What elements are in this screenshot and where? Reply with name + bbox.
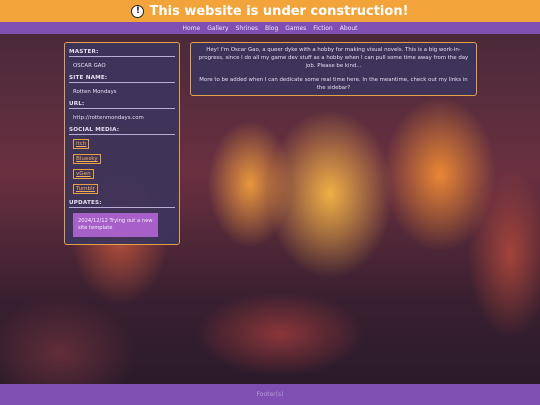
nav-shrines[interactable]: Shrines bbox=[236, 25, 258, 32]
intro-box: Hey! I'm Oscar Gao, a queer dyke with a … bbox=[190, 42, 477, 96]
master-label: MASTER: bbox=[69, 49, 175, 57]
nav-games[interactable]: Games bbox=[285, 25, 306, 32]
sidebar: MASTER: OSCAR GAO SITE NAME: Rotten Mond… bbox=[64, 42, 180, 245]
intro-paragraph: Hey! I'm Oscar Gao, a queer dyke with a … bbox=[198, 47, 469, 69]
social-link-vgen[interactable]: vGen bbox=[73, 169, 94, 179]
social-link-bluesky[interactable]: Bluesky bbox=[73, 154, 101, 164]
banner-title: This website is under construction! bbox=[149, 3, 409, 19]
footer: Footer(s) bbox=[0, 384, 540, 405]
nav-gallery[interactable]: Gallery bbox=[207, 25, 228, 32]
site-name-label: SITE NAME: bbox=[69, 75, 175, 83]
updates-label: UPDATES: bbox=[69, 200, 175, 208]
social-media-label: SOCIAL MEDIA: bbox=[69, 127, 175, 135]
social-links: itch Bluesky vGen Tumblr bbox=[69, 135, 175, 194]
master-value: OSCAR GAO bbox=[73, 63, 106, 69]
social-link-itch[interactable]: itch bbox=[73, 139, 90, 149]
nav-blog[interactable]: Blog bbox=[265, 25, 278, 32]
main-nav: Home Gallery Shrines Blog Games Fiction … bbox=[0, 22, 540, 34]
nav-home[interactable]: Home bbox=[183, 25, 201, 32]
social-link-tumblr[interactable]: Tumblr bbox=[73, 184, 98, 194]
url-label: URL: bbox=[69, 101, 175, 109]
site-name-value: Rotten Mondays bbox=[73, 89, 117, 95]
construction-banner: ! This website is under construction! bbox=[0, 0, 540, 22]
warning-icon: ! bbox=[131, 4, 145, 18]
nav-fiction[interactable]: Fiction bbox=[313, 25, 332, 32]
update-entry: 2024/12/12 Trying out a new site templat… bbox=[73, 213, 158, 238]
intro-paragraph-2: More to be added when I can dedicate som… bbox=[199, 77, 468, 92]
url-value: http://rottenmondays.com bbox=[73, 115, 144, 121]
nav-about[interactable]: About bbox=[340, 25, 358, 32]
footer-text: Footer(s) bbox=[256, 391, 284, 398]
